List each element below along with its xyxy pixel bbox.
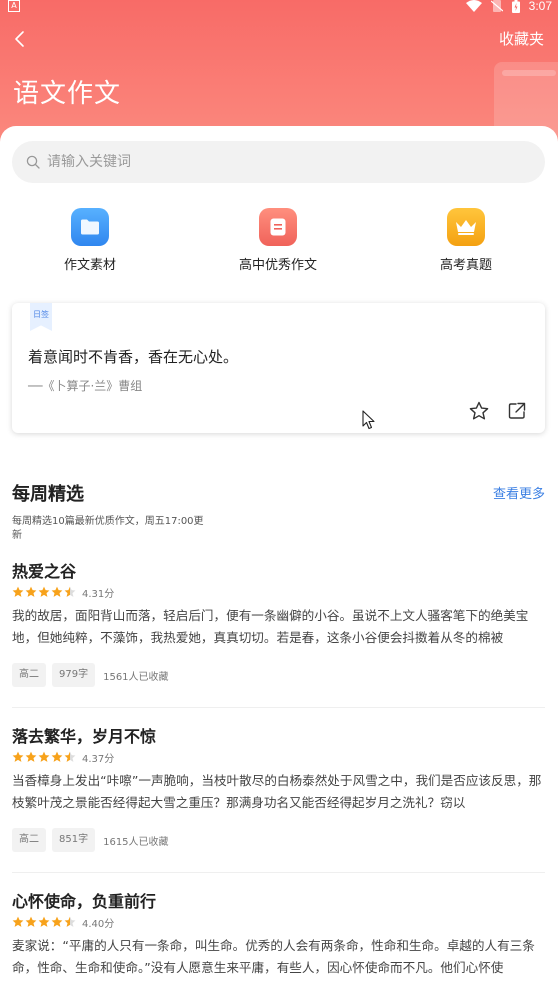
article-title: 落去繁华，岁月不惊 [12, 727, 157, 746]
rating-star-icon [51, 916, 63, 927]
rating-score: 4.37分 [82, 753, 115, 765]
status-bar: A 3:07 [0, 0, 558, 14]
rating-stars [12, 751, 76, 763]
rating-star-icon [38, 586, 50, 597]
quick-link-label: 高中优秀作文 [238, 258, 317, 273]
quote-text: 着意闻时不肯香，香在无心处。 [28, 348, 239, 366]
no-sim-icon [490, 0, 503, 12]
rating-score: 4.31分 [82, 588, 115, 600]
article-excerpt: 当香樟身上发出“咔嚓”一声脆响，当枝叶散尽的白杨泰然处于风雪之中，我们是否应该反… [12, 773, 542, 810]
quick-link-materials[interactable]: 作文素材 [20, 208, 160, 273]
article-excerpt: 我的故居，面阳背山而落，轻启后门，便有一条幽僻的小谷。虽说不上文人骚客笔下的绝美… [12, 608, 529, 645]
search-icon [26, 155, 40, 169]
favorites-count: 1615人已收藏 [103, 836, 169, 848]
daily-quote-card[interactable]: 日签 着意闻时不肯香，香在无心处。 ──《卜算子·兰》曹组 [12, 303, 545, 433]
back-icon[interactable] [10, 28, 32, 50]
article-rating: 4.37分 [12, 750, 545, 765]
rating-star-icon [51, 751, 63, 762]
star-icon[interactable] [469, 401, 489, 421]
rating-star-icon [51, 586, 63, 597]
mouse-cursor-icon [362, 410, 375, 430]
divider [12, 872, 545, 873]
rating-star-icon [12, 751, 24, 762]
rating-star-icon [12, 916, 24, 927]
rating-star-icon [38, 751, 50, 762]
quick-link-label: 高考真题 [439, 258, 492, 273]
daily-badge: 日签 [30, 303, 52, 331]
status-time: 3:07 [528, 0, 552, 13]
weekly-title: 每周精选 [12, 484, 84, 505]
favorites-count: 1561人已收藏 [103, 671, 169, 683]
wifi-icon [465, 0, 482, 12]
article-rating: 4.31分 [12, 585, 545, 600]
word-count-tag: 979字 [52, 663, 96, 687]
see-more-link[interactable]: 查看更多 [493, 483, 545, 502]
article-card[interactable]: 心怀使命，负重前行 4.40分麦家说：“平庸的人只有一条命，叫生命。优秀的人会有两… [12, 888, 545, 979]
rating-star-icon [25, 586, 37, 597]
page-title: 语文作文 [13, 79, 122, 109]
document-icon [259, 208, 297, 246]
divider [12, 707, 545, 708]
article-meta: 高二 979字 1561人已收藏 [12, 663, 545, 687]
article-card[interactable]: 热爱之谷 4.31分我的故居，面阳背山而落，轻启后门，便有一条幽僻的小谷。虽说不上… [12, 558, 545, 687]
favorites-link[interactable]: 收藏夹 [499, 28, 544, 49]
search-input[interactable] [47, 154, 507, 170]
crown-icon [447, 208, 485, 246]
status-icons: 3:07 [465, 0, 552, 13]
article-card[interactable]: 落去繁华，岁月不惊 4.37分当香樟身上发出“咔嚓”一声脆响，当枝叶散尽的白杨泰然… [12, 723, 545, 852]
article-title: 心怀使命，负重前行 [12, 892, 157, 911]
article-excerpt: 麦家说：“平庸的人只有一条命，叫生命。优秀的人会有两条命，性命和生命。卓越的人有… [12, 938, 535, 975]
main-content: 作文素材 高中优秀作文 高考真题 日签 着意闻时不肯香，香在无心处。 ──《卜算… [0, 126, 558, 993]
share-icon[interactable] [507, 401, 527, 421]
folder-icon [71, 208, 109, 246]
battery-icon [511, 0, 520, 13]
article-title: 热爱之谷 [12, 562, 77, 581]
word-count-tag: 851字 [52, 828, 96, 852]
rating-star-icon [12, 586, 24, 597]
rating-stars [12, 586, 76, 598]
quick-link-essays[interactable]: 高中优秀作文 [208, 208, 348, 273]
rating-score: 4.40分 [82, 918, 115, 930]
rating-stars [12, 916, 76, 928]
weekly-subtitle: 每周精选10篇最新优质作文，周五17:00更新 [12, 516, 204, 541]
rating-star-icon [64, 751, 76, 762]
rating-star-icon [64, 586, 76, 597]
notification-icon: A [8, 0, 20, 12]
rating-star-icon [64, 916, 76, 927]
article-rating: 4.40分 [12, 915, 545, 930]
rating-star-icon [38, 916, 50, 927]
quote-source: ──《卜算子·兰》曹组 [28, 379, 143, 393]
rating-star-icon [25, 916, 37, 927]
quick-link-label: 作文素材 [63, 258, 116, 273]
rating-star-icon [25, 751, 37, 762]
grade-tag: 高二 [12, 828, 46, 852]
search-bar[interactable] [12, 141, 545, 183]
grade-tag: 高二 [12, 663, 46, 687]
article-meta: 高二 851字 1615人已收藏 [12, 828, 545, 852]
quick-link-exams[interactable]: 高考真题 [396, 208, 536, 273]
quick-links: 作文素材 高中优秀作文 高考真题 [0, 208, 558, 273]
